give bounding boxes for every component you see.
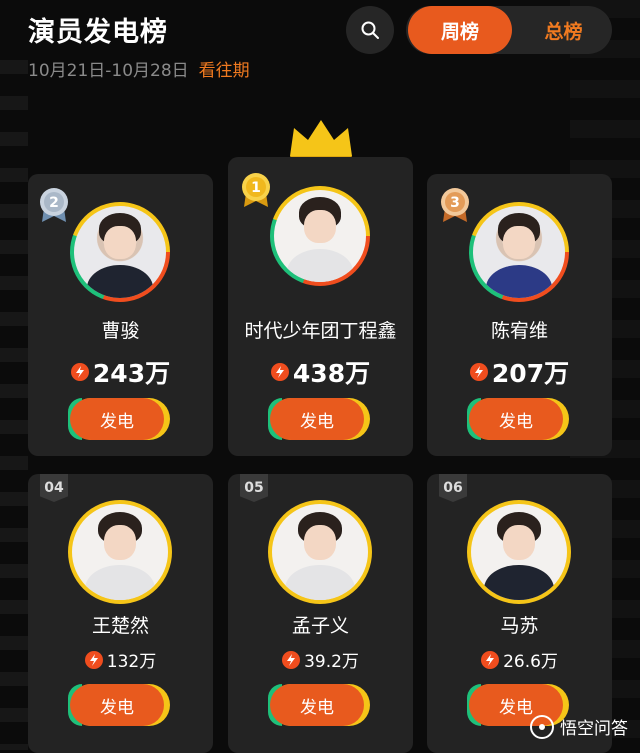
search-icon bbox=[361, 21, 379, 39]
svg-text:1: 1 bbox=[251, 180, 261, 196]
actor-card-rank-6[interactable]: 06 马苏 26.6万 发电 bbox=[427, 474, 612, 753]
actor-name: 孟子义 bbox=[291, 615, 349, 637]
tab-total[interactable]: 总榜 bbox=[512, 6, 615, 54]
silver-medal-icon: 2 bbox=[40, 188, 68, 222]
actor-card-rank-3[interactable]: 3 陈宥维 207万 发电 bbox=[427, 174, 612, 456]
actor-score: 132万 bbox=[28, 647, 213, 672]
date-range-row: 10月21日-10月28日 看往期 bbox=[28, 56, 250, 81]
actor-card-rank-1[interactable]: 1 时代少年团丁程鑫 438万 发电 bbox=[228, 157, 413, 456]
rank-badge: 06 bbox=[439, 474, 467, 502]
lightning-icon bbox=[84, 650, 103, 669]
actor-score: 438万 bbox=[228, 354, 413, 390]
actor-card-rank-5[interactable]: 05 孟子义 39.2万 发电 bbox=[228, 474, 413, 753]
rank-badge: 05 bbox=[240, 474, 268, 502]
gold-medal-icon: 1 bbox=[242, 173, 270, 207]
date-range: 10月21日-10月28日 bbox=[28, 61, 189, 81]
actor-card-rank-2[interactable]: 2 曹骏 243万 发电 bbox=[28, 174, 213, 456]
lightning-icon bbox=[70, 363, 89, 381]
actor-score: 39.2万 bbox=[228, 647, 413, 672]
rank-badge: 04 bbox=[40, 474, 68, 502]
actor-card-rank-4[interactable]: 04 王楚然 132万 发电 bbox=[28, 474, 213, 753]
lightning-icon bbox=[282, 650, 301, 669]
charge-button[interactable]: 发电 bbox=[268, 398, 370, 440]
bronze-medal-icon: 3 bbox=[441, 188, 469, 222]
actor-score: 243万 bbox=[28, 354, 213, 390]
search-button[interactable] bbox=[346, 6, 394, 54]
charge-button[interactable]: 发电 bbox=[68, 684, 170, 726]
avatar[interactable] bbox=[467, 500, 571, 604]
charge-button[interactable]: 发电 bbox=[68, 398, 170, 440]
watermark: 悟空问答 bbox=[530, 714, 628, 739]
actor-name: 曹骏 bbox=[101, 320, 140, 342]
actor-score: 26.6万 bbox=[427, 647, 612, 672]
page-header: 演员发电榜 10月21日-10月28日 看往期 周榜 总榜 bbox=[0, 0, 640, 95]
avatar[interactable] bbox=[268, 500, 372, 604]
lightning-icon bbox=[270, 363, 289, 381]
page-title: 演员发电榜 bbox=[28, 17, 168, 48]
lightning-icon bbox=[469, 363, 488, 381]
actor-name: 马苏 bbox=[500, 615, 539, 637]
actor-score: 207万 bbox=[427, 354, 612, 390]
actor-name: 王楚然 bbox=[91, 615, 149, 637]
avatar[interactable] bbox=[469, 202, 569, 302]
avatar[interactable] bbox=[68, 500, 172, 604]
ranking-tabs: 周榜 总榜 bbox=[406, 6, 612, 54]
crown-icon bbox=[290, 120, 352, 160]
avatar[interactable] bbox=[70, 202, 170, 302]
charge-button[interactable]: 发电 bbox=[467, 398, 569, 440]
svg-text:2: 2 bbox=[49, 195, 59, 211]
wukong-logo-icon bbox=[530, 714, 554, 739]
past-periods-link[interactable]: 看往期 bbox=[199, 61, 250, 81]
avatar[interactable] bbox=[270, 186, 370, 286]
background-decoration-left bbox=[0, 60, 28, 750]
watermark-text: 悟空问答 bbox=[560, 719, 628, 739]
svg-text:3: 3 bbox=[450, 195, 460, 211]
actor-name: 陈宥维 bbox=[490, 320, 548, 342]
charge-button[interactable]: 发电 bbox=[268, 684, 370, 726]
lightning-icon bbox=[481, 650, 500, 669]
tab-weekly[interactable]: 周榜 bbox=[408, 6, 512, 54]
actor-name: 时代少年团丁程鑫 bbox=[244, 320, 397, 342]
